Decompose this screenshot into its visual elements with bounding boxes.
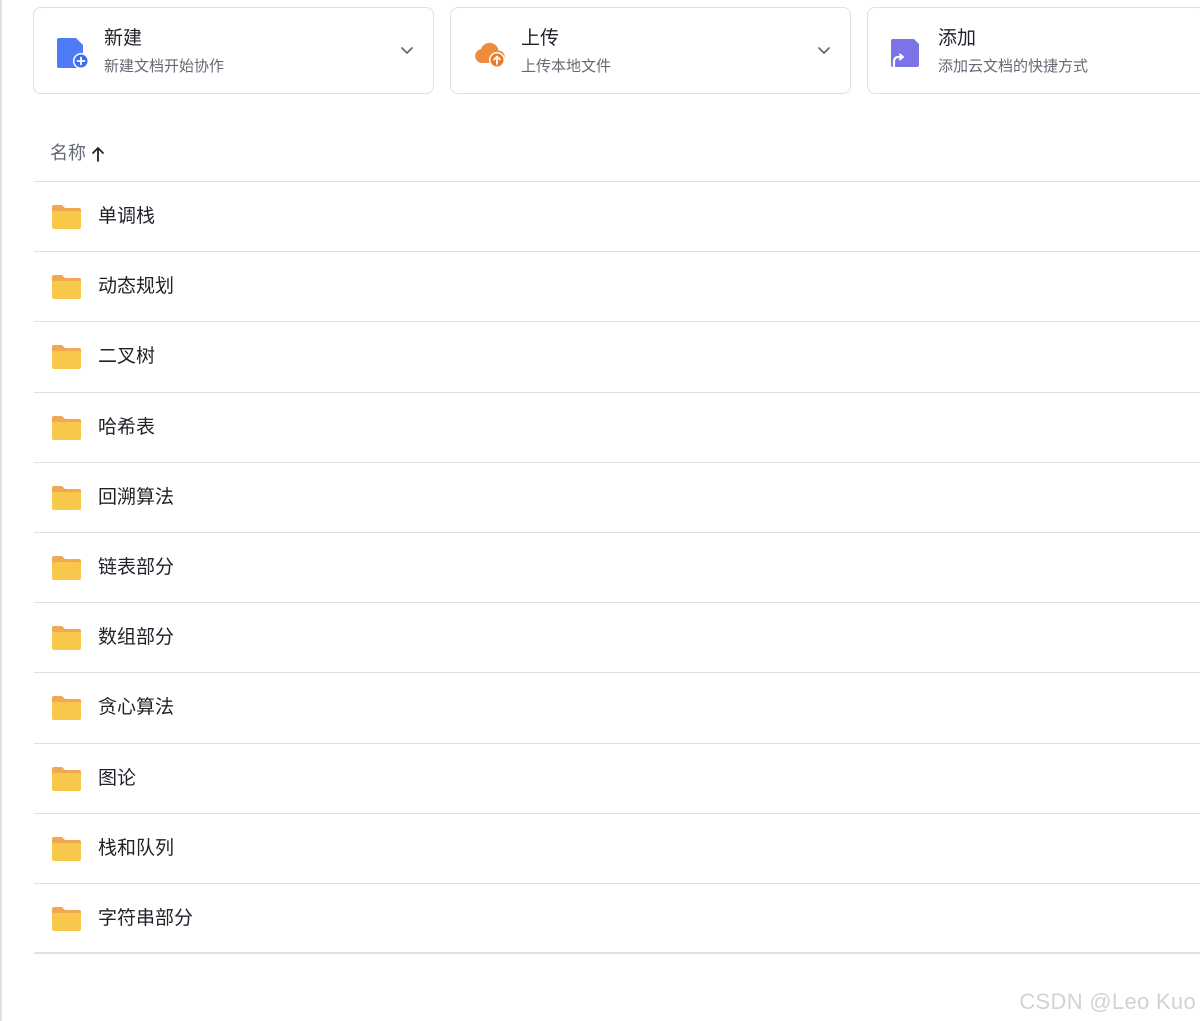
new-card-title: 新建 bbox=[104, 27, 143, 49]
folder-icon bbox=[52, 836, 81, 861]
new-doc-icon bbox=[57, 38, 89, 69]
folder-name: 回溯算法 bbox=[98, 485, 175, 508]
folder-icon bbox=[52, 345, 81, 370]
folder-name: 动态规划 bbox=[98, 275, 175, 298]
arrow-up-icon bbox=[92, 147, 104, 162]
folder-icon bbox=[52, 205, 81, 229]
folder-icon bbox=[52, 415, 81, 440]
folder-name: 二叉树 bbox=[98, 345, 156, 368]
folder-name: 图论 bbox=[98, 766, 137, 789]
add-shortcut-card[interactable]: 添加 添加云文档的快捷方式 bbox=[867, 7, 1200, 94]
upload-card[interactable]: 上传 上传本地文件 bbox=[450, 7, 851, 94]
folder-row[interactable]: 图论 bbox=[34, 744, 1200, 814]
folder-row[interactable]: 二叉树 bbox=[34, 322, 1200, 393]
folder-row[interactable]: 回溯算法 bbox=[34, 463, 1200, 533]
upload-card-title: 上传 bbox=[521, 27, 560, 49]
folder-row[interactable]: 贪心算法 bbox=[34, 673, 1200, 744]
folder-icon bbox=[52, 696, 81, 721]
folder-icon bbox=[52, 555, 81, 580]
add-card-subtitle: 添加云文档的快捷方式 bbox=[938, 57, 1089, 75]
new-card-subtitle: 新建文档开始协作 bbox=[104, 57, 225, 75]
folder-icon bbox=[52, 766, 81, 791]
folder-icon bbox=[52, 485, 81, 510]
add-card-title: 添加 bbox=[938, 27, 977, 49]
folder-row[interactable]: 栈和队列 bbox=[34, 814, 1200, 884]
chevron-down-icon[interactable] bbox=[816, 42, 832, 58]
folder-name: 哈希表 bbox=[98, 415, 156, 438]
upload-cloud-icon bbox=[475, 42, 505, 68]
watermark: CSDN @Leo Kuo bbox=[1019, 989, 1196, 1014]
new-doc-card[interactable]: 新建 新建文档开始协作 bbox=[33, 7, 434, 94]
folder-row[interactable]: 动态规划 bbox=[34, 252, 1200, 323]
name-column-label: 名称 bbox=[50, 143, 86, 164]
folder-name: 栈和队列 bbox=[98, 836, 175, 859]
folder-icon bbox=[52, 906, 81, 931]
folder-row[interactable]: 数组部分 bbox=[34, 603, 1200, 674]
upload-card-subtitle: 上传本地文件 bbox=[521, 57, 612, 75]
folder-name: 贪心算法 bbox=[98, 696, 175, 719]
folder-icon bbox=[52, 275, 81, 300]
folder-name: 字符串部分 bbox=[98, 906, 194, 929]
left-edge-divider bbox=[0, 0, 2, 1021]
chevron-down-icon[interactable] bbox=[399, 42, 415, 58]
folder-row[interactable]: 单调栈 bbox=[34, 182, 1200, 253]
folder-name: 单调栈 bbox=[98, 205, 156, 227]
folder-row[interactable]: 哈希表 bbox=[34, 393, 1200, 463]
file-browser: 新建 新建文档开始协作 上传 上传本地文件 添加 添加云文档的快捷方式 名称 单… bbox=[0, 0, 1200, 1021]
folder-name: 链表部分 bbox=[98, 555, 175, 578]
folder-icon bbox=[52, 626, 81, 651]
folder-row[interactable]: 链表部分 bbox=[34, 533, 1200, 604]
sort-by-name-header[interactable]: 名称 bbox=[50, 142, 106, 166]
folder-name: 数组部分 bbox=[98, 626, 175, 649]
folder-row[interactable]: 字符串部分 bbox=[34, 884, 1200, 955]
shortcut-doc-icon bbox=[891, 39, 919, 68]
folder-list: 单调栈 动态规划 二叉树 哈希表 回溯算法 链表部分 数组部分 贪心算法 图论 … bbox=[34, 182, 1200, 955]
